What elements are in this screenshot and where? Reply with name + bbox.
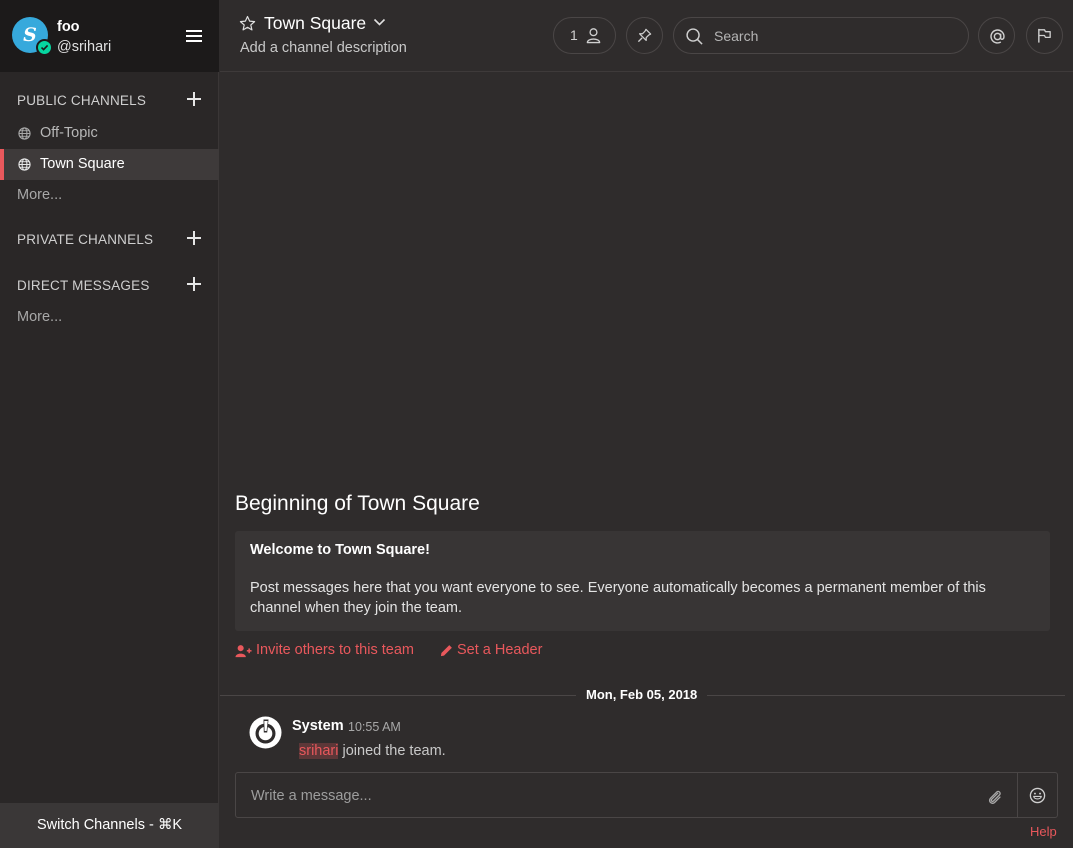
- message-input[interactable]: [251, 786, 971, 806]
- star-icon[interactable]: [239, 15, 256, 32]
- more-direct-messages-link[interactable]: More...: [17, 309, 62, 325]
- composer-divider: [1017, 773, 1018, 817]
- message-box[interactable]: [235, 772, 1058, 818]
- sidebar-item-label: Off-Topic: [40, 125, 98, 141]
- help-link[interactable]: Help: [1030, 824, 1057, 839]
- add-direct-message-icon[interactable]: [186, 276, 202, 292]
- flag-icon: [1038, 28, 1051, 43]
- add-public-channel-icon[interactable]: [186, 91, 202, 107]
- pencil-icon: [440, 645, 452, 657]
- search-icon: [686, 28, 703, 45]
- sidebar-item-off-topic[interactable]: Off-Topic: [0, 118, 219, 149]
- search-box[interactable]: [673, 17, 969, 54]
- section-label: PUBLIC CHANNELS: [17, 93, 147, 108]
- pin-icon: [637, 28, 652, 43]
- search-input[interactable]: [714, 26, 954, 46]
- chevron-down-icon[interactable]: [373, 18, 386, 27]
- post-author[interactable]: System: [292, 718, 344, 734]
- member-count: 1: [570, 27, 578, 43]
- paperclip-icon[interactable]: [986, 788, 1003, 805]
- member-icon: [586, 28, 601, 44]
- username: @srihari: [57, 39, 112, 55]
- private-channels-header: PRIVATE CHANNELS: [17, 230, 207, 250]
- recent-mentions-button[interactable]: [978, 17, 1015, 54]
- switch-channels-button[interactable]: Switch Channels - ⌘K: [0, 803, 219, 848]
- channel-title[interactable]: Town Square: [264, 13, 366, 34]
- channel-header: Town Square Add a channel description 1: [220, 0, 1073, 72]
- post-text: joined the team.: [338, 743, 446, 759]
- set-header-link[interactable]: Set a Header: [440, 642, 542, 658]
- team-header[interactable]: S foo @srihari: [0, 0, 219, 72]
- flagged-posts-button[interactable]: [1026, 17, 1063, 54]
- invite-others-link[interactable]: Invite others to this team: [235, 642, 414, 658]
- system-avatar-icon: [249, 716, 282, 749]
- section-label: DIRECT MESSAGES: [17, 278, 150, 293]
- at-icon: [990, 29, 1005, 44]
- main-menu-icon[interactable]: [186, 30, 202, 42]
- app: S foo @srihari PUBLIC CHANNELS Off-Topic: [0, 0, 1073, 848]
- sidebar-item-label: Town Square: [40, 156, 125, 172]
- invite-others-label: Invite others to this team: [256, 642, 414, 658]
- globe-icon: [18, 127, 31, 140]
- emoji-icon[interactable]: [1029, 787, 1046, 804]
- public-channels-header: PUBLIC CHANNELS: [17, 91, 207, 111]
- more-public-channels-link[interactable]: More...: [17, 187, 62, 203]
- direct-messages-header: DIRECT MESSAGES: [17, 276, 207, 296]
- sidebar-item-town-square[interactable]: Town Square: [0, 149, 219, 180]
- team-name: foo: [57, 19, 80, 35]
- channel-description[interactable]: Add a channel description: [240, 40, 407, 56]
- sidebar: S foo @srihari PUBLIC CHANNELS Off-Topic: [0, 0, 219, 848]
- intro-body: Post messages here that you want everyon…: [250, 580, 986, 616]
- mention-link[interactable]: srihari: [299, 743, 339, 759]
- pinned-posts-button[interactable]: [626, 17, 663, 54]
- channel-intro-box: Welcome to Town Square! Post messages he…: [235, 531, 1050, 631]
- post-time[interactable]: 10:55 AM: [348, 720, 401, 734]
- online-status-icon: [36, 39, 53, 56]
- intro-welcome: Welcome to Town Square!: [250, 542, 430, 558]
- member-count-button[interactable]: 1: [553, 17, 616, 54]
- add-user-icon: [235, 645, 252, 658]
- section-label: PRIVATE CHANNELS: [17, 232, 154, 247]
- date-separator: Mon, Feb 05, 2018: [576, 687, 708, 702]
- set-header-label: Set a Header: [457, 642, 543, 658]
- channel-intro-title: Beginning of Town Square: [235, 492, 480, 515]
- globe-icon: [18, 158, 31, 171]
- post-body: srihari joined the team.: [299, 743, 446, 759]
- add-private-channel-icon[interactable]: [186, 230, 202, 246]
